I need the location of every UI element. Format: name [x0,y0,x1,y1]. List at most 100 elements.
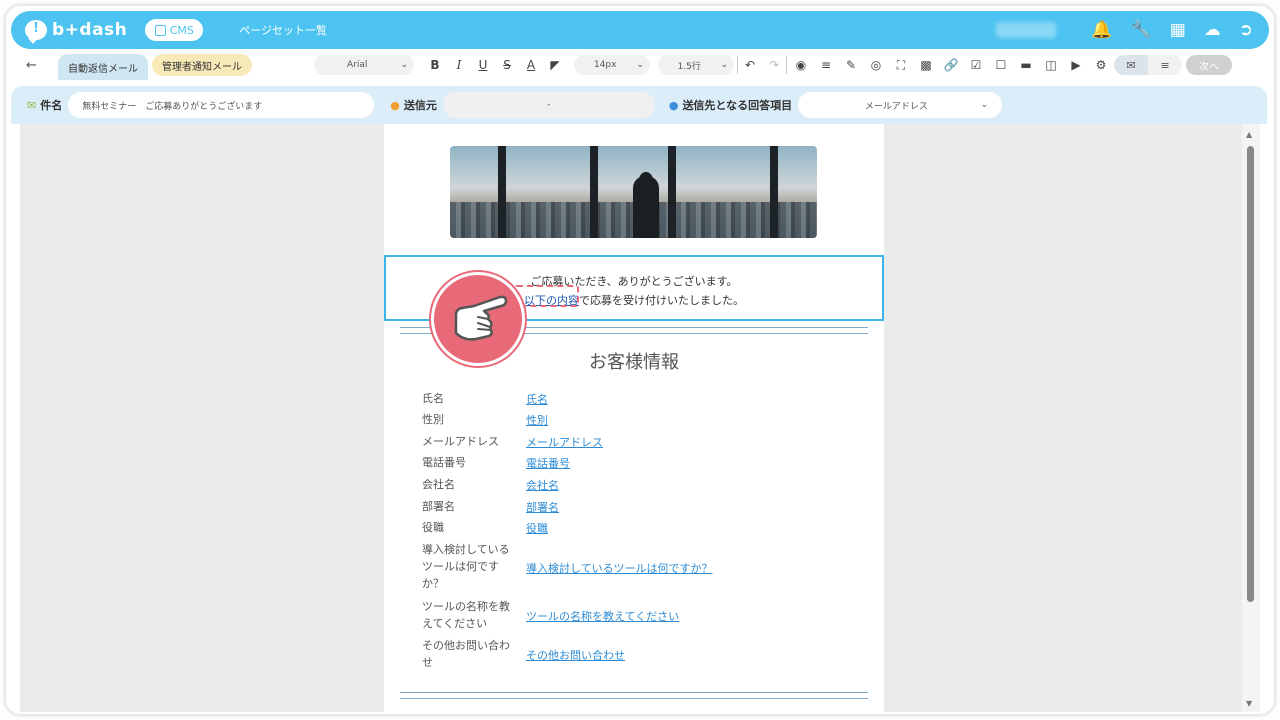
gear-icon[interactable]: ⚙ [1092,56,1110,74]
sender-label: 送信元 [403,99,437,112]
vertical-scrollbar[interactable]: ▲ ▼ [1242,124,1260,712]
recipient-value: メールアドレス [864,101,928,112]
highlight-dashed-box [514,285,579,307]
redo-icon[interactable]: ↷ [765,56,783,74]
field-label: メールアドレス [422,435,499,448]
editor-toolbar: ← 自動返信メール 管理者通知メール Arial ⌄ B I U S A ◤ 1… [6,50,1274,80]
chevron-down-icon: ⌄ [400,60,408,70]
line-height-select[interactable]: 1.5行 ⌄ [658,55,734,75]
received-text: で応募を受け付けいたしました。 [579,294,744,307]
align-icon[interactable]: ≡ [817,56,835,74]
text-view-icon[interactable]: ≡ [1148,55,1182,75]
field-value-link[interactable]: その他お問い合わせ [526,647,625,663]
subject-input[interactable]: 無料セミナー ご応募ありがとうございます [68,92,375,118]
recipient-label: 送信先となる回答項目 [682,99,793,112]
highlight-icon[interactable]: ◤ [546,56,564,74]
scroll-thumb[interactable] [1247,146,1254,602]
cms-label: CMS [169,23,194,37]
top-app-bar: ! b+dash CMS ページセット一覧 🔔 🔧 ▦ ☁ ➲ [11,11,1269,49]
target-icon[interactable]: ◎ [867,56,885,74]
toolbar-divider [786,56,787,74]
pointing-hand-icon [454,295,508,341]
logout-icon[interactable]: ➲ [1239,20,1253,40]
window-frame [498,146,506,238]
pen-icon[interactable]: ✎ [842,56,860,74]
field-value-link[interactable]: ツールの名称を教えてください [526,608,679,624]
window-frame [770,146,778,238]
font-size-select[interactable]: 14px ⌄ [574,55,650,75]
bell-icon[interactable]: 🔔 [1091,20,1112,40]
font-family-value: Arial [347,60,368,70]
field-label: ツールの名称を教えてください [422,600,510,630]
support-icon[interactable]: ☁ [1204,20,1221,40]
strikethrough-icon[interactable]: S [498,56,516,74]
field-value-link[interactable]: 性別 [526,412,548,428]
editor-canvas: ご応募いただき、ありがとうございます。 以下の内容で応募を受け付けいたしました。… [20,124,1260,712]
bold-icon[interactable]: B [426,56,444,74]
divider-icon[interactable]: ▬ [1017,56,1035,74]
palette-icon[interactable]: ◉ [792,56,810,74]
divider-line [400,692,868,693]
tab-auto-reply[interactable]: 自動返信メール [58,54,148,80]
field-value-link[interactable]: 導入検討しているツールは何ですか？ [526,560,712,576]
field-label: 会社名 [422,478,455,491]
image-icon[interactable]: ▩ [917,56,935,74]
blurred-user-area [996,22,1056,38]
grid-icon[interactable]: ▦ [1170,20,1186,40]
chevron-down-icon: ⌄ [980,100,989,110]
top-icon-group: 🔔 🔧 ▦ ☁ ➲ [1091,11,1253,49]
window-frame [590,146,598,238]
edit-icon [154,24,166,36]
field-value-link[interactable]: 部署名 [526,499,559,515]
font-family-select[interactable]: Arial ⌄ [314,55,414,75]
app-window: ! b+dash CMS ページセット一覧 🔔 🔧 ▦ ☁ ➲ ← 自動返信メー… [6,6,1274,714]
underline-icon[interactable]: U [474,56,492,74]
person-head [639,172,653,188]
field-value-link[interactable]: メールアドレス [526,434,603,450]
button-block-icon[interactable]: ◫ [1042,56,1060,74]
scroll-down-icon[interactable]: ▼ [1246,699,1252,708]
app-logo[interactable]: ! b+dash [25,20,127,44]
italic-icon[interactable]: I [450,56,468,74]
field-value-link[interactable]: 会社名 [526,477,559,493]
hero-image[interactable] [450,146,817,238]
field-value-link[interactable]: 氏名 [526,391,548,407]
wrench-icon[interactable]: 🔧 [1131,20,1152,40]
clipboard-icon[interactable]: ☐ [992,56,1010,74]
field-value-link[interactable]: 役職 [526,520,548,536]
chevron-down-icon: ⌄ [720,60,728,70]
checklist-icon[interactable]: ☑ [967,56,985,74]
video-icon[interactable]: ▶ [1067,56,1085,74]
next-button[interactable]: 次へ [1186,55,1232,75]
sender-label-group: ● 送信元 [390,97,437,113]
cms-button[interactable]: CMS [145,19,204,41]
person-icon: ● [668,98,679,112]
font-size-value: 14px [593,60,617,70]
line-height-value: 1.5行 [677,61,701,72]
sender-input[interactable]: - [442,92,655,118]
field-label: 性別 [422,413,444,426]
field-label: 電話番号 [422,456,466,469]
field-value-link[interactable]: 電話番号 [526,455,570,471]
back-arrow-icon[interactable]: ← [26,58,42,73]
window-frame [668,146,676,238]
divider-line [400,698,868,699]
field-label: 役職 [422,521,444,534]
field-label: その他お問い合わせ [422,639,510,669]
envelope-icon: ✉ [27,98,37,112]
undo-icon[interactable]: ↶ [741,56,759,74]
mail-body: ご応募いただき、ありがとうございます。 以下の内容で応募を受け付けいたしました。… [384,124,884,712]
field-label: 導入検討しているツールは何ですか？ [422,543,510,590]
recipient-select[interactable]: メールアドレス ⌄ [798,92,1003,118]
tab-admin-notify[interactable]: 管理者通知メール [152,54,252,76]
logo-bubble-icon: ! [25,20,47,44]
link-icon[interactable]: 🔗 [942,56,960,74]
mail-meta-bar: ✉ 件名 無料セミナー ご応募ありがとうございます ● 送信元 - ● 送信先と… [11,86,1267,124]
page-set-list-link[interactable]: ページセット一覧 [239,22,327,38]
text-color-icon[interactable]: A [522,56,540,74]
recipient-label-group: ● 送信先となる回答項目 [669,97,792,113]
scroll-up-icon[interactable]: ▲ [1246,130,1252,139]
view-mode-toggle: ✉ ≡ [1114,55,1182,75]
fullscreen-icon[interactable]: ⛶ [892,56,910,74]
mail-view-icon[interactable]: ✉ [1114,55,1148,75]
